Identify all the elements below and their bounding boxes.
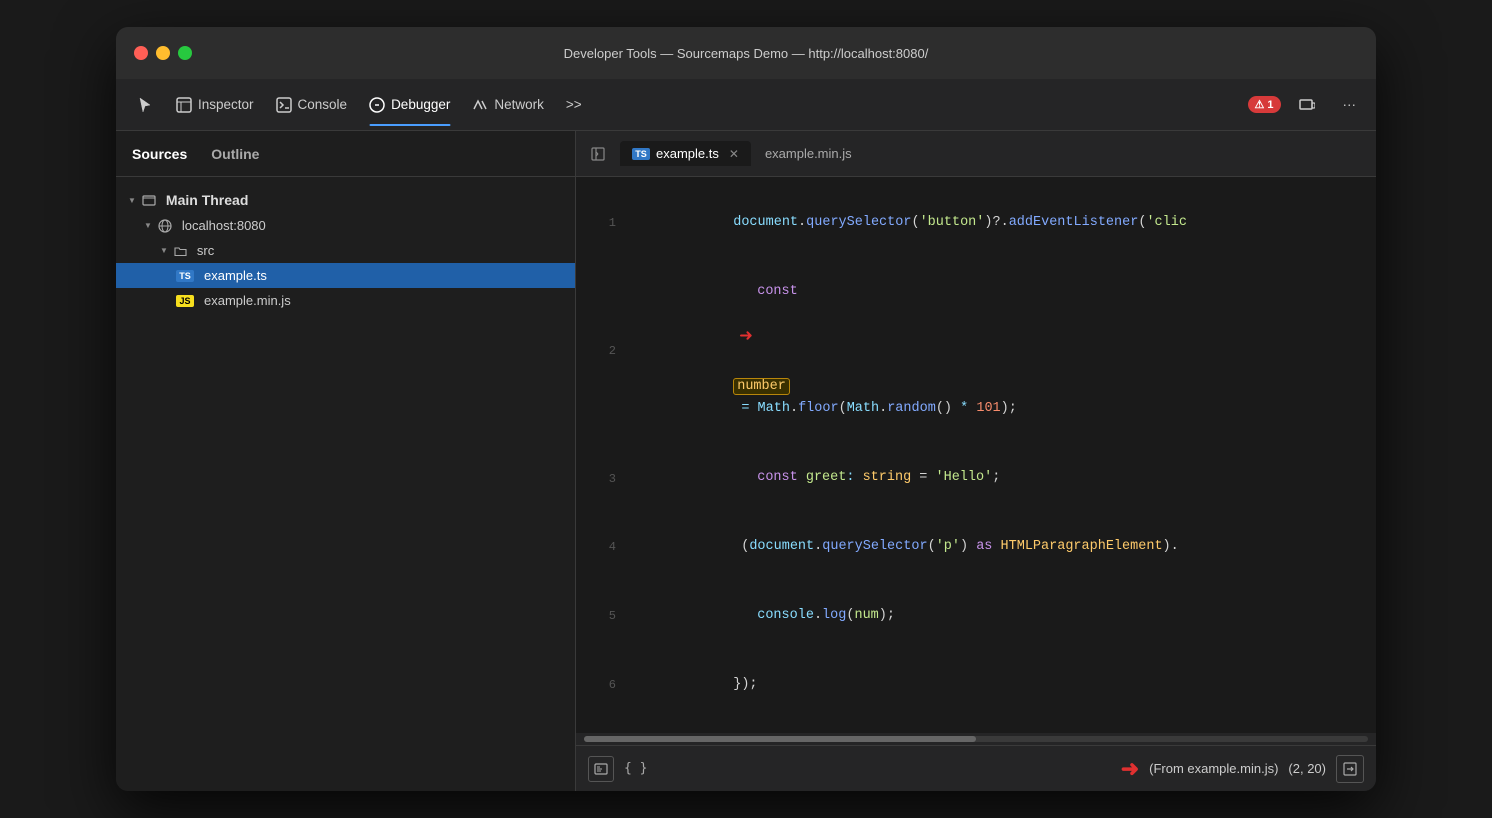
status-bar: { } ➜ (From example.min.js) (2, 20) <box>576 745 1376 791</box>
tree-item-localhost[interactable]: localhost:8080 <box>116 213 575 238</box>
code-line-1: 1 document.querySelector('button')?.addE… <box>576 189 1376 258</box>
responsive-mode-button[interactable] <box>1289 91 1325 119</box>
source-coords-label: (2, 20) <box>1288 761 1326 776</box>
js-badge: JS <box>176 295 194 307</box>
maximize-button[interactable] <box>178 46 192 60</box>
line-content-3: const greet: string = 'Hello'; <box>636 444 1360 513</box>
file-tree: Main Thread localhost:8080 <box>116 177 575 791</box>
console-label: Console <box>298 97 348 112</box>
code-line-2: 2 const ➜ number = Math.floor(Math.rando… <box>576 258 1376 445</box>
line-number-4: 4 <box>592 537 616 557</box>
localhost-label: localhost:8080 <box>182 218 266 233</box>
chevron-down-icon <box>144 220 152 231</box>
highlight-number: number <box>733 378 790 395</box>
more-tabs-button[interactable]: >> <box>556 91 592 118</box>
toolbar-right: ⚠ 1 ··· <box>1248 91 1367 119</box>
debugger-icon <box>369 97 385 113</box>
globe-icon <box>158 219 172 233</box>
line-number-6: 6 <box>592 675 616 695</box>
line-content-5: console.log(num); <box>636 582 1360 651</box>
example-ts-label: example.ts <box>204 268 267 283</box>
folder-icon <box>174 245 187 257</box>
tree-item-example-ts[interactable]: TS example.ts <box>116 263 575 288</box>
line-number-2: 2 <box>592 341 616 361</box>
responsive-icon <box>1299 97 1315 113</box>
console-tab-button[interactable]: Console <box>266 91 358 119</box>
src-label: src <box>197 243 214 258</box>
code-editor[interactable]: 1 document.querySelector('button')?.addE… <box>576 177 1376 733</box>
network-tab-button[interactable]: Network <box>462 91 554 119</box>
main-area: Sources Outline Main Thread <box>116 131 1376 791</box>
cursor-icon <box>136 96 154 114</box>
collapse-sidebar-button[interactable] <box>584 140 612 168</box>
sidebar: Sources Outline Main Thread <box>116 131 576 791</box>
close-tab-icon[interactable]: ✕ <box>729 147 739 161</box>
more-options-label: ··· <box>1343 97 1357 112</box>
chevron-down-icon <box>160 245 168 256</box>
pretty-print-icon <box>594 762 608 776</box>
collapse-icon <box>591 147 605 161</box>
code-tab-example-min-js[interactable]: example.min.js <box>753 141 864 166</box>
folder-icon <box>142 193 156 207</box>
code-line-4: 4 (document.querySelector('p') as HTMLPa… <box>576 513 1376 582</box>
jump-icon <box>1343 762 1357 776</box>
scrollbar-track[interactable] <box>584 736 1368 742</box>
console-icon <box>276 97 292 113</box>
chevron-down-icon <box>128 195 136 206</box>
scrollbar-thumb[interactable] <box>584 736 976 742</box>
line-content-4: (document.querySelector('p') as HTMLPara… <box>636 513 1360 582</box>
debugger-label: Debugger <box>391 97 450 112</box>
tab-outline[interactable]: Outline <box>211 142 259 166</box>
source-arrow-icon: ➜ <box>1121 756 1139 782</box>
code-tab-example-ts[interactable]: TS example.ts ✕ <box>620 141 751 166</box>
more-options-button[interactable]: ··· <box>1333 91 1367 118</box>
source-file-label: (From example.min.js) <box>1149 761 1278 776</box>
error-count: 1 <box>1267 99 1273 111</box>
code-line-5: 5 console.log(num); <box>576 582 1376 651</box>
line-number-3: 3 <box>592 469 616 489</box>
close-button[interactable] <box>134 46 148 60</box>
line-content-2: const ➜ number = Math.floor(Math.random(… <box>636 258 1360 445</box>
error-badge[interactable]: ⚠ 1 <box>1248 96 1281 113</box>
red-arrow-icon: ➜ <box>739 327 752 349</box>
tree-item-example-min-js[interactable]: JS example.min.js <box>116 288 575 313</box>
code-tab1-label: example.ts <box>656 146 719 161</box>
line-content-1: document.querySelector('button')?.addEve… <box>636 189 1360 258</box>
network-icon <box>472 97 488 113</box>
sidebar-tabs: Sources Outline <box>116 131 575 177</box>
tab-sources[interactable]: Sources <box>132 142 187 166</box>
network-label: Network <box>494 97 544 112</box>
window-title: Developer Tools — Sourcemaps Demo — http… <box>564 46 929 61</box>
traffic-lights <box>134 46 192 60</box>
code-tab2-label: example.min.js <box>765 146 852 161</box>
code-tabs: TS example.ts ✕ example.min.js <box>576 131 1376 177</box>
example-min-js-label: example.min.js <box>204 293 291 308</box>
jump-to-source-button[interactable] <box>1336 755 1364 783</box>
titlebar: Developer Tools — Sourcemaps Demo — http… <box>116 27 1376 79</box>
minimize-button[interactable] <box>156 46 170 60</box>
line-number-1: 1 <box>592 213 616 233</box>
code-line-6: 6 }); <box>576 651 1376 720</box>
code-panel: TS example.ts ✕ example.min.js 1 documen… <box>576 131 1376 791</box>
debugger-tab-button[interactable]: Debugger <box>359 91 460 119</box>
code-line-3: 3 const greet: string = 'Hello'; <box>576 444 1376 513</box>
tree-item-main-thread[interactable]: Main Thread <box>116 187 575 213</box>
inspector-icon <box>176 97 192 113</box>
more-tabs-label: >> <box>566 97 582 112</box>
horizontal-scrollbar[interactable] <box>576 733 1376 745</box>
tree-item-src[interactable]: src <box>116 238 575 263</box>
pretty-print-button[interactable] <box>588 756 614 782</box>
inspector-label: Inspector <box>198 97 254 112</box>
ts-badge: TS <box>176 270 194 282</box>
line-content-6: }); <box>636 651 1360 720</box>
error-icon: ⚠ <box>1255 98 1265 111</box>
toolbar: Inspector Console Debugger Ne <box>116 79 1376 131</box>
devtools-window: Developer Tools — Sourcemaps Demo — http… <box>116 27 1376 791</box>
format-button[interactable]: { } <box>624 761 647 776</box>
ts-badge: TS <box>632 148 650 160</box>
inspector-tab-button[interactable]: Inspector <box>166 91 264 119</box>
main-thread-label: Main Thread <box>166 192 248 208</box>
cursor-tool-button[interactable] <box>126 90 164 120</box>
line-number-5: 5 <box>592 606 616 626</box>
